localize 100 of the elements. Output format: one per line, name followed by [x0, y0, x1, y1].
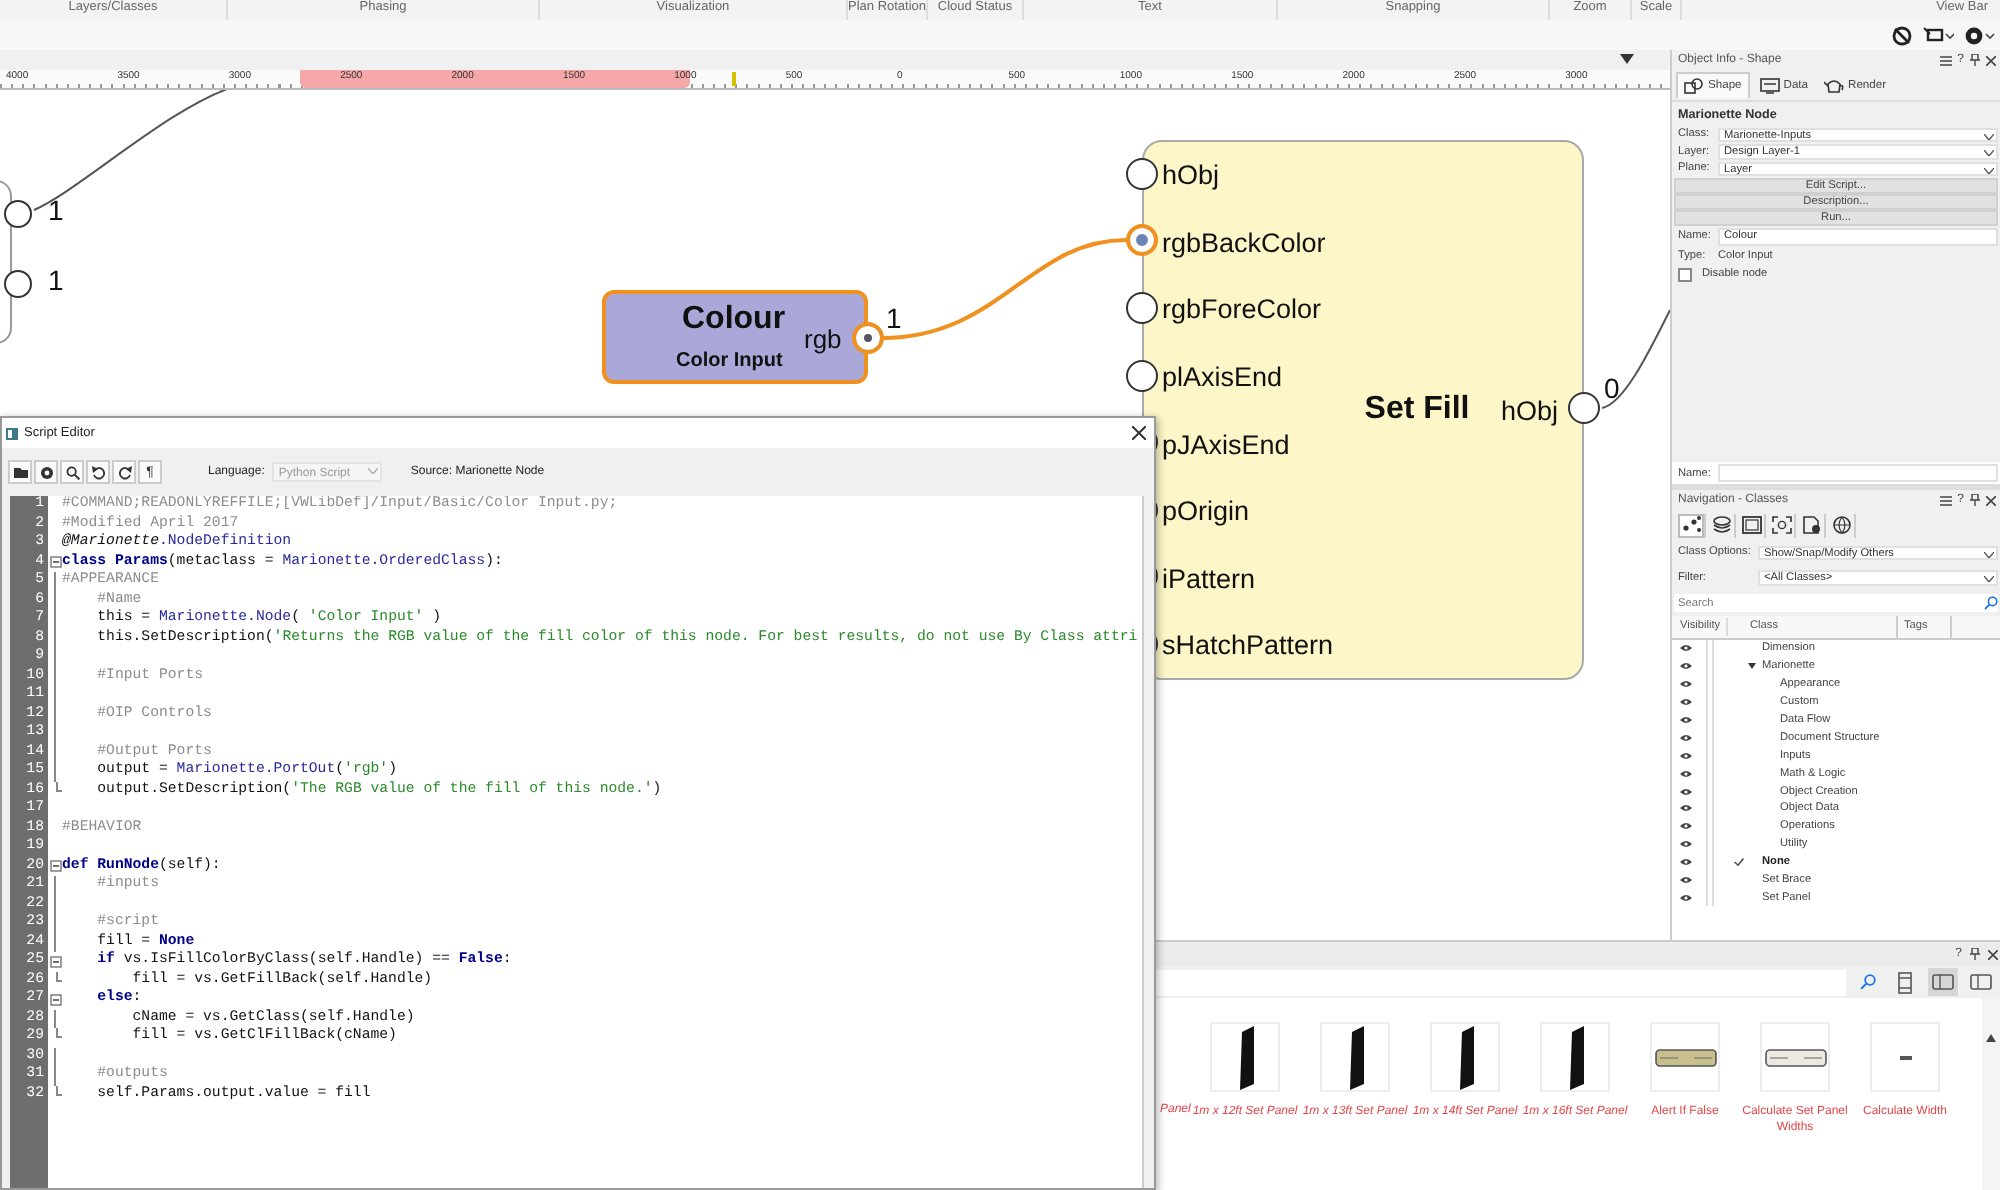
panel-tab[interactable] [1768, 513, 1796, 537]
port-label: sHatchPattern [1160, 630, 1334, 661]
redo-button[interactable] [112, 460, 136, 484]
eye-icon[interactable] [1680, 733, 1692, 742]
caret-icon [1984, 167, 1994, 173]
eye-icon[interactable] [1680, 751, 1692, 760]
node[interactable]: hObj rgbBackColor rgbForeColor plAxisEnd Set Fill hObj pJAxisEnd pOrigin iPattern sHatchPattern [1142, 140, 1584, 680]
collapse-toggle[interactable] [49, 860, 61, 873]
node-title: Set Fill [1364, 392, 1470, 429]
name-field[interactable] [1718, 464, 1998, 482]
collapse-toggle[interactable] [49, 955, 61, 968]
search-button[interactable] [60, 460, 84, 484]
teapot-icon [1824, 77, 1845, 93]
node-title: Colour [682, 302, 786, 338]
port-label: hObj [1500, 395, 1560, 426]
toolbar-button[interactable] [1892, 25, 1912, 45]
eye-icon[interactable] [1680, 840, 1692, 849]
no-entry-icon [1892, 25, 1912, 45]
caret-icon [368, 468, 379, 474]
panel-tab[interactable] [1828, 513, 1856, 537]
panel-tab[interactable] [1798, 513, 1826, 537]
toolbar-button[interactable] [1964, 25, 1996, 45]
panel-tab[interactable] [1708, 513, 1736, 537]
port-handle[interactable] [1126, 224, 1158, 257]
port-handle[interactable] [1126, 291, 1158, 324]
port-handle[interactable] [852, 322, 884, 354]
gear-icon [39, 465, 53, 479]
menu-icon[interactable] [1939, 495, 1952, 505]
frame-icon [1741, 516, 1761, 534]
eye-icon[interactable] [1680, 787, 1692, 796]
search-icon[interactable] [1860, 974, 1876, 990]
dash-thumbnail [1899, 1055, 1911, 1059]
eye-icon[interactable] [1680, 858, 1692, 867]
pin-icon[interactable] [1970, 54, 1980, 66]
pin-icon[interactable] [1970, 494, 1980, 506]
close-icon[interactable] [1986, 495, 1996, 505]
search-icon [65, 465, 79, 479]
document-icon [1801, 516, 1821, 534]
port-handle[interactable] [4, 270, 32, 298]
port-label: rgbBackColor [1160, 227, 1328, 258]
scroll-up-icon[interactable] [1986, 1034, 1996, 1042]
pin-icon[interactable] [1970, 948, 1980, 960]
port-handle[interactable] [4, 200, 32, 228]
port-count: 0 [1604, 372, 1620, 404]
undo-button[interactable] [86, 460, 110, 484]
view-mode-button[interactable] [1928, 968, 1958, 996]
port-label: hObj [1160, 160, 1222, 191]
panel-thumbnail [1565, 1024, 1585, 1090]
port-count: 1 [48, 264, 64, 296]
port-label: plAxisEnd [1160, 362, 1285, 393]
port-handle[interactable] [1568, 392, 1600, 424]
menu-icon[interactable] [1939, 55, 1952, 65]
eye-icon[interactable] [1680, 876, 1692, 885]
eye-icon[interactable] [1680, 804, 1692, 813]
node-thumbnail [1653, 1047, 1717, 1067]
checkbox[interactable] [1678, 267, 1692, 281]
scroll-bar[interactable] [1982, 998, 2000, 1190]
monitor-icon [1759, 77, 1780, 93]
port-label: iPattern [1160, 563, 1258, 594]
view-mode-button[interactable] [1966, 968, 1996, 996]
close-icon[interactable] [1988, 949, 1998, 959]
expand-arrow-icon[interactable] [1748, 662, 1756, 671]
port-label: rgbForeColor [1160, 294, 1324, 325]
caret-icon [1984, 576, 1994, 582]
connector-wire [1601, 309, 1670, 409]
undo-icon [91, 465, 105, 479]
column-icon [1898, 971, 1912, 993]
port-label: pJAxisEnd [1160, 429, 1292, 460]
collapse-toggle[interactable] [49, 556, 61, 569]
eye-icon[interactable] [1680, 893, 1692, 902]
eye-icon[interactable] [1680, 698, 1692, 707]
port-handle[interactable] [1126, 359, 1158, 392]
panel-tab[interactable] [1738, 513, 1766, 537]
panel-tab[interactable] [1678, 513, 1706, 537]
ruler-marker [732, 72, 736, 86]
redo-icon [117, 465, 131, 479]
port-label: rgb [804, 324, 842, 354]
layers-icon [1711, 516, 1731, 534]
eye-icon[interactable] [1680, 822, 1692, 831]
node[interactable]: Colour Color Input rgb [602, 290, 868, 384]
caret-icon [1984, 133, 1994, 139]
globe-icon [1831, 516, 1851, 534]
window-icon [1970, 974, 1992, 990]
caret-icon[interactable] [1620, 54, 1634, 66]
eye-icon[interactable] [1680, 716, 1692, 724]
eye-icon[interactable] [1680, 680, 1692, 689]
eye-icon[interactable] [1680, 769, 1692, 778]
eye-icon[interactable] [1680, 644, 1692, 653]
window-icon [1932, 974, 1954, 990]
eye-icon[interactable] [1680, 662, 1692, 671]
node-thumbnail [1763, 1047, 1827, 1067]
close-icon[interactable] [1986, 55, 1996, 65]
collapse-toggle[interactable] [49, 993, 61, 1006]
close-icon[interactable] [1132, 426, 1146, 440]
viewport-icon [1771, 516, 1791, 534]
port-count: 1 [48, 194, 64, 226]
port-count: 1 [886, 302, 902, 334]
toolbar-button[interactable] [1922, 25, 1954, 45]
port-handle[interactable] [1126, 157, 1158, 190]
panel-thumbnail [1235, 1024, 1255, 1090]
